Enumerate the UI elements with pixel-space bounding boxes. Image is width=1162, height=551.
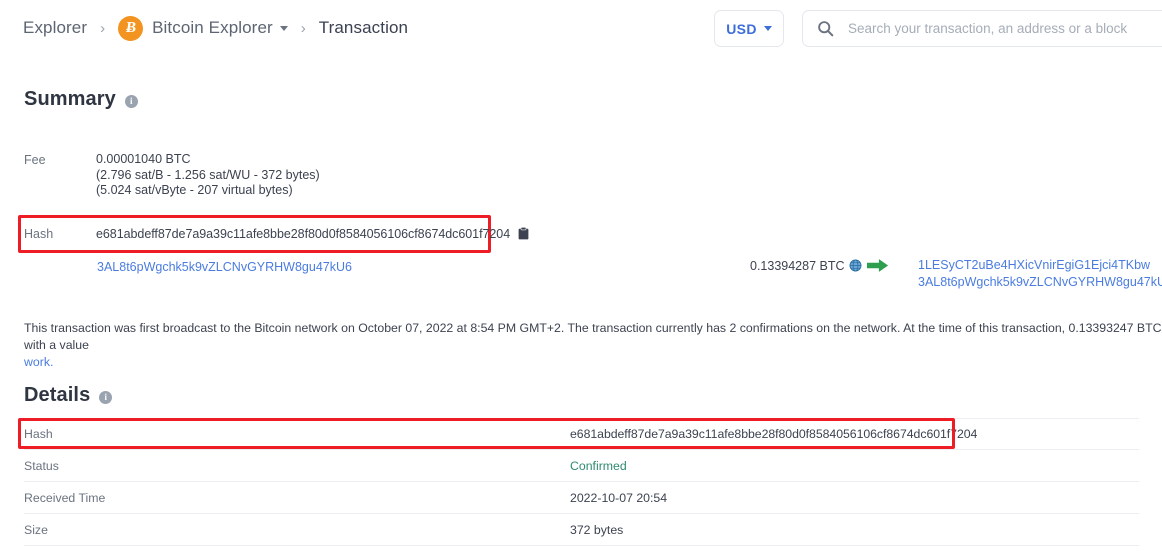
summary-hash-value: e681abdeff87de7a9a39c11afe8bbe28f80d0f85… bbox=[96, 226, 511, 241]
row-label: Status bbox=[24, 458, 59, 473]
details-table: Hash e681abdeff87de7a9a39c11afe8bbe28f80… bbox=[24, 418, 1139, 546]
description-text: This transaction was first broadcast to … bbox=[24, 321, 1162, 352]
header-actions: USD bbox=[714, 10, 1162, 47]
globe-icon bbox=[849, 259, 861, 272]
row-label: Received Time bbox=[24, 490, 106, 505]
fee-rate-weight: (2.796 sat/B - 1.256 sat/WU - 372 bytes) bbox=[96, 167, 320, 182]
details-title: Details bbox=[24, 384, 91, 406]
input-address-group: 3AL8t6pWgchk5k9vZLCNvGYRHW8gu47kU6 bbox=[97, 258, 352, 276]
currency-selector[interactable]: USD bbox=[714, 10, 784, 47]
currency-label: USD bbox=[726, 20, 757, 37]
page-header: Explorer › Ƀ Bitcoin Explorer › Transact… bbox=[0, 0, 1162, 56]
summary-hash-label: Hash bbox=[24, 227, 54, 241]
breadcrumb-separator-2: › bbox=[300, 19, 306, 37]
breadcrumb-item-bitcoin-explorer[interactable]: Bitcoin Explorer bbox=[152, 18, 273, 38]
summary-hash-row: Hash e681abdeff87de7a9a39c11afe8bbe28f80… bbox=[24, 226, 529, 241]
table-row: Hash e681abdeff87de7a9a39c11afe8bbe28f80… bbox=[24, 418, 1139, 450]
breadcrumb-item-transaction: Transaction bbox=[318, 18, 409, 37]
transfer-amount: 0.13394287 BTC bbox=[750, 258, 845, 273]
chevron-down-icon[interactable] bbox=[279, 25, 288, 31]
row-value: 2022-10-07 20:54 bbox=[570, 490, 668, 505]
row-value: 372 bytes bbox=[570, 522, 624, 537]
table-row: Size 372 bytes bbox=[24, 514, 1139, 546]
fee-amount: 0.00001040 BTC bbox=[96, 152, 191, 166]
output-address-link-1[interactable]: 1LESyCT2uBe4HXicVnirEgiG1Ejci4TKbw bbox=[918, 258, 1162, 272]
info-icon[interactable]: i bbox=[124, 95, 138, 108]
transaction-description: This transaction was first broadcast to … bbox=[24, 320, 1162, 371]
clipboard-icon[interactable] bbox=[518, 227, 529, 240]
breadcrumb-separator: › bbox=[100, 19, 106, 37]
fee-label: Fee bbox=[24, 153, 46, 167]
breadcrumb: Explorer › Ƀ Bitcoin Explorer › Transact… bbox=[23, 0, 408, 56]
summary-heading: Summary i bbox=[24, 88, 138, 111]
details-heading: Details i bbox=[24, 384, 113, 407]
transfer-amount-group: 0.13394287 BTC bbox=[750, 258, 889, 273]
summary-title: Summary bbox=[24, 88, 116, 110]
search-icon bbox=[818, 21, 834, 37]
fee-value: 0.00001040 BTC (2.796 sat/B - 1.256 sat/… bbox=[96, 152, 320, 199]
search-box[interactable] bbox=[802, 10, 1162, 47]
description-link[interactable]: work. bbox=[24, 355, 53, 369]
green-arrow-right-icon bbox=[866, 259, 888, 272]
output-address-link-2[interactable]: 3AL8t6pWgchk5k9vZLCNvGYRHW8gu47kU6 bbox=[918, 275, 1162, 289]
row-label: Size bbox=[24, 522, 48, 537]
bitcoin-logo-icon: Ƀ bbox=[118, 15, 144, 41]
table-row: Received Time 2022-10-07 20:54 bbox=[24, 482, 1139, 514]
input-address-link[interactable]: 3AL8t6pWgchk5k9vZLCNvGYRHW8gu47kU6 bbox=[97, 260, 352, 274]
chevron-down-icon bbox=[763, 26, 772, 31]
transaction-page: Explorer › Ƀ Bitcoin Explorer › Transact… bbox=[0, 0, 1162, 551]
output-address-group: 1LESyCT2uBe4HXicVnirEgiG1Ejci4TKbw 3AL8t… bbox=[918, 258, 1162, 289]
status-badge: Confirmed bbox=[570, 458, 627, 473]
fee-row: Fee 0.00001040 BTC (2.796 sat/B - 1.256 … bbox=[24, 152, 320, 199]
table-row: Status Confirmed bbox=[24, 450, 1139, 482]
search-input[interactable] bbox=[846, 20, 1162, 37]
breadcrumb-item-explorer[interactable]: Explorer bbox=[23, 18, 87, 38]
row-value: e681abdeff87de7a9a39c11afe8bbe28f80d0f85… bbox=[570, 427, 978, 441]
fee-rate-vbyte: (5.024 sat/vByte - 207 virtual bytes) bbox=[96, 183, 293, 198]
info-icon[interactable]: i bbox=[99, 391, 113, 404]
row-label: Hash bbox=[24, 427, 53, 441]
